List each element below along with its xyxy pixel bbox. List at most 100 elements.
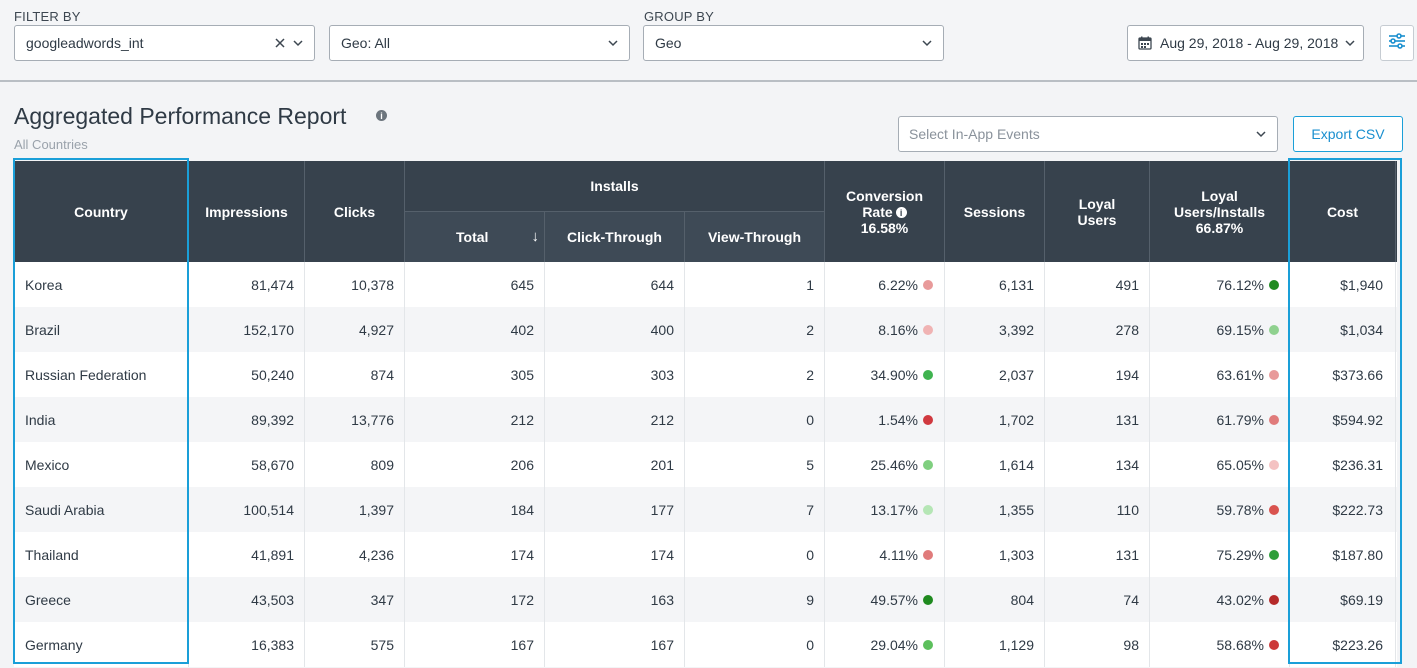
column-divider — [544, 397, 545, 442]
source-select[interactable]: googleadwords_int — [14, 25, 315, 61]
cell-view-through: 5 — [685, 442, 824, 487]
sort-arrow-icon[interactable]: ↓ — [532, 228, 540, 245]
info-icon[interactable]: i — [895, 207, 907, 219]
total-value: 206 — [510, 456, 534, 473]
col-loyal-users-line2: Users — [1077, 211, 1117, 228]
cell-loyal-users: 131 — [1045, 532, 1149, 577]
cell-loyal-users: 134 — [1045, 442, 1149, 487]
column-divider — [1289, 307, 1290, 352]
cell-impressions: 81,474 — [189, 262, 304, 307]
col-cost[interactable]: Cost — [1290, 161, 1395, 262]
status-dot-icon — [1269, 279, 1279, 290]
impressions-value: 152,170 — [243, 321, 294, 338]
export-csv-button[interactable]: Export CSV — [1293, 116, 1403, 152]
info-icon[interactable]: i — [376, 110, 387, 121]
col-impressions[interactable]: Impressions — [189, 161, 304, 262]
column-divider — [944, 532, 945, 577]
click-through-value: 174 — [650, 546, 674, 563]
view-through-value: 5 — [806, 456, 814, 473]
table-row[interactable]: Brazil 152,170 4,927 402 400 2 8.16% 3,392 278 69… — [14, 307, 1397, 352]
settings-sliders-button[interactable] — [1380, 25, 1414, 61]
cell-click-through: 163 — [545, 577, 684, 622]
country-value: Russian Federation — [25, 366, 147, 383]
header-divider — [684, 211, 685, 262]
sessions-value: 1,355 — [998, 501, 1034, 518]
loyal-ratio-value: 69.15% — [1216, 321, 1264, 338]
column-divider — [824, 262, 825, 307]
clicks-value: 4,236 — [358, 546, 394, 563]
column-divider — [1289, 262, 1290, 307]
conversion-value: 6.22% — [878, 276, 918, 293]
table-row[interactable]: Saudi Arabia 100,514 1,397 184 177 7 13.17% 1,3… — [14, 487, 1397, 532]
cell-click-through: 212 — [545, 397, 684, 442]
loyal-ratio-value: 63.61% — [1216, 366, 1264, 383]
col-conversion-rate[interactable]: Conversion Rate i 16.58% — [825, 161, 944, 262]
column-divider — [404, 262, 405, 307]
cell-sessions: 1,129 — [945, 622, 1044, 667]
column-divider — [188, 532, 189, 577]
cell-cost: $223.26 — [1290, 622, 1395, 667]
table-row[interactable]: Korea 81,474 10,378 645 644 1 6.22% 6,131 491 76.… — [14, 262, 1397, 307]
col-sessions[interactable]: Sessions — [945, 161, 1044, 262]
column-divider — [1395, 487, 1396, 532]
col-clicks[interactable]: Clicks — [305, 161, 404, 262]
cell-loyal-ratio: 69.15% — [1150, 307, 1289, 352]
col-conversion-line2: Rate — [862, 203, 893, 220]
table-header: Country Impressions Clicks Installs Tota… — [14, 161, 1397, 262]
cell-conversion: 25.46% — [825, 442, 944, 487]
cell-loyal-ratio: 65.05% — [1150, 442, 1289, 487]
column-divider — [824, 622, 825, 667]
clicks-value: 874 — [370, 366, 394, 383]
table-row[interactable]: India 89,392 13,776 212 212 0 1.54% 1,702 131 61.… — [14, 397, 1397, 442]
loyal-users-value: 131 — [1115, 546, 1139, 563]
chevron-down-icon — [1343, 36, 1357, 50]
cell-country: Mexico — [14, 442, 188, 487]
sessions-value: 1,702 — [998, 411, 1034, 428]
col-click-through[interactable]: Click-Through — [545, 211, 684, 262]
clicks-value: 4,927 — [358, 321, 394, 338]
cell-view-through: 0 — [685, 622, 824, 667]
cell-loyal-ratio: 43.02% — [1150, 577, 1289, 622]
table-row[interactable]: Mexico 58,670 809 206 201 5 25.46% 1,614 134 65.0… — [14, 442, 1397, 487]
table-row[interactable]: Greece 43,503 347 172 163 9 49.57% 804 74 43.02% $… — [14, 577, 1397, 622]
in-app-events-select[interactable]: Select In-App Events — [898, 116, 1278, 152]
group-by-label: GROUP BY — [644, 9, 714, 24]
col-installs-total[interactable]: Total ↓ — [405, 211, 544, 262]
column-divider — [1149, 442, 1150, 487]
column-divider — [1149, 262, 1150, 307]
column-divider — [1149, 352, 1150, 397]
sessions-value: 1,129 — [998, 636, 1034, 653]
conversion-value: 8.16% — [878, 321, 918, 338]
table-row[interactable]: Russian Federation 50,240 874 305 303 2 34.90%… — [14, 352, 1397, 397]
cell-loyal-ratio: 59.78% — [1150, 487, 1289, 532]
column-divider — [1289, 532, 1290, 577]
column-divider — [1289, 487, 1290, 532]
cell-clicks: 575 — [305, 622, 404, 667]
impressions-value: 81,474 — [251, 276, 294, 293]
geo-select[interactable]: Geo: All — [329, 25, 630, 61]
status-dot-icon — [923, 504, 933, 515]
column-divider — [1149, 622, 1150, 667]
column-divider — [188, 487, 189, 532]
column-divider — [1149, 532, 1150, 577]
clear-icon[interactable] — [273, 36, 287, 50]
cost-value: $69.19 — [1340, 591, 1383, 608]
col-view-through[interactable]: View-Through — [685, 211, 824, 262]
column-divider — [304, 352, 305, 397]
date-range-picker[interactable]: Aug 29, 2018 - Aug 29, 2018 — [1127, 25, 1364, 61]
group-by-select[interactable]: Geo — [643, 25, 944, 61]
column-divider — [684, 352, 685, 397]
table-row[interactable]: Thailand 41,891 4,236 174 174 0 4.11% 1,303 131 7… — [14, 532, 1397, 577]
header-divider — [944, 161, 945, 262]
total-value: 184 — [510, 501, 534, 518]
click-through-value: 400 — [650, 321, 674, 338]
col-loyal-ratio[interactable]: Loyal Users/Installs 66.87% — [1150, 161, 1289, 262]
col-country[interactable]: Country — [14, 161, 188, 262]
col-loyal-users[interactable]: Loyal Users — [1045, 161, 1149, 262]
cell-view-through: 1 — [685, 262, 824, 307]
status-dot-icon — [923, 324, 933, 335]
column-divider — [1395, 442, 1396, 487]
table-row[interactable]: Germany 16,383 575 167 167 0 29.04% 1,129 98 58.6… — [14, 622, 1397, 667]
status-dot-icon — [923, 549, 933, 560]
cost-value: $222.73 — [1332, 501, 1383, 518]
